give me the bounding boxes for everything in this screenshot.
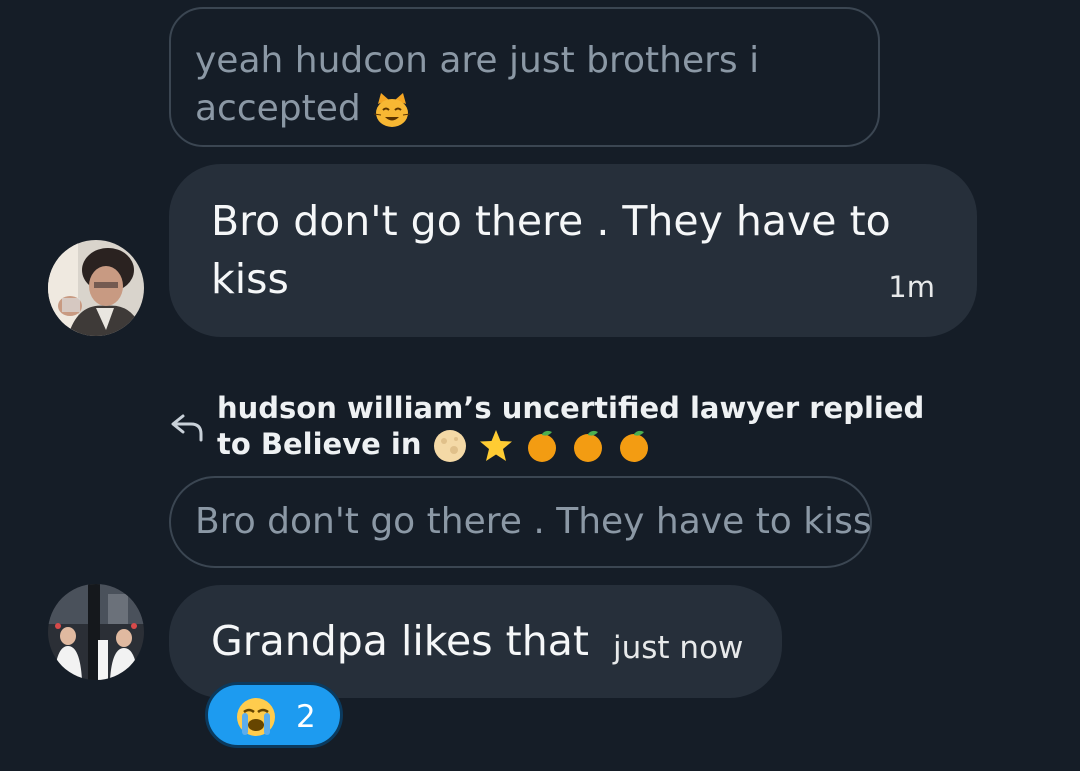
message-text: Grandpa likes that (211, 617, 589, 665)
message-timestamp: just now (613, 630, 744, 666)
avatar[interactable] (48, 584, 144, 680)
message-bubble[interactable]: Bro don't go there . They have to kiss 1… (169, 164, 977, 337)
tangerine-emoji (573, 430, 602, 462)
reaction-count: 2 (296, 699, 316, 735)
reaction-pill[interactable]: 2 (205, 682, 343, 748)
loudly-crying-face-emoji (237, 698, 275, 736)
avatar[interactable] (48, 240, 144, 336)
grinning-cat-emoji (374, 93, 411, 127)
quoted-message[interactable]: yeah hudcon are just brothers i accepted (169, 7, 880, 147)
reply-arrow-icon (171, 414, 203, 442)
man-in-suit-avatar (48, 240, 144, 336)
tangerine-emoji (527, 430, 556, 462)
reply-header: hudson william’s uncertified lawyer repl… (165, 390, 965, 466)
star-emoji (479, 430, 512, 461)
dm-conversation: yeah hudcon are just brothers i accepted (0, 0, 1080, 771)
message-text: Bro don't go there . They have to kiss (211, 197, 891, 303)
street-group-photo-avatar (48, 584, 144, 680)
quoted-message-text: Bro don't go there . They have to kiss (195, 501, 872, 542)
quoted-message[interactable]: Bro don't go there . They have to kiss (169, 476, 872, 568)
message-timestamp: 1m (888, 270, 935, 304)
full-moon-emoji (433, 430, 466, 462)
tangerine-emoji (620, 430, 649, 462)
quoted-message-text: yeah hudcon are just brothers i accepted (195, 40, 760, 129)
reply-header-text: hudson william’s uncertified lawyer repl… (217, 390, 965, 464)
